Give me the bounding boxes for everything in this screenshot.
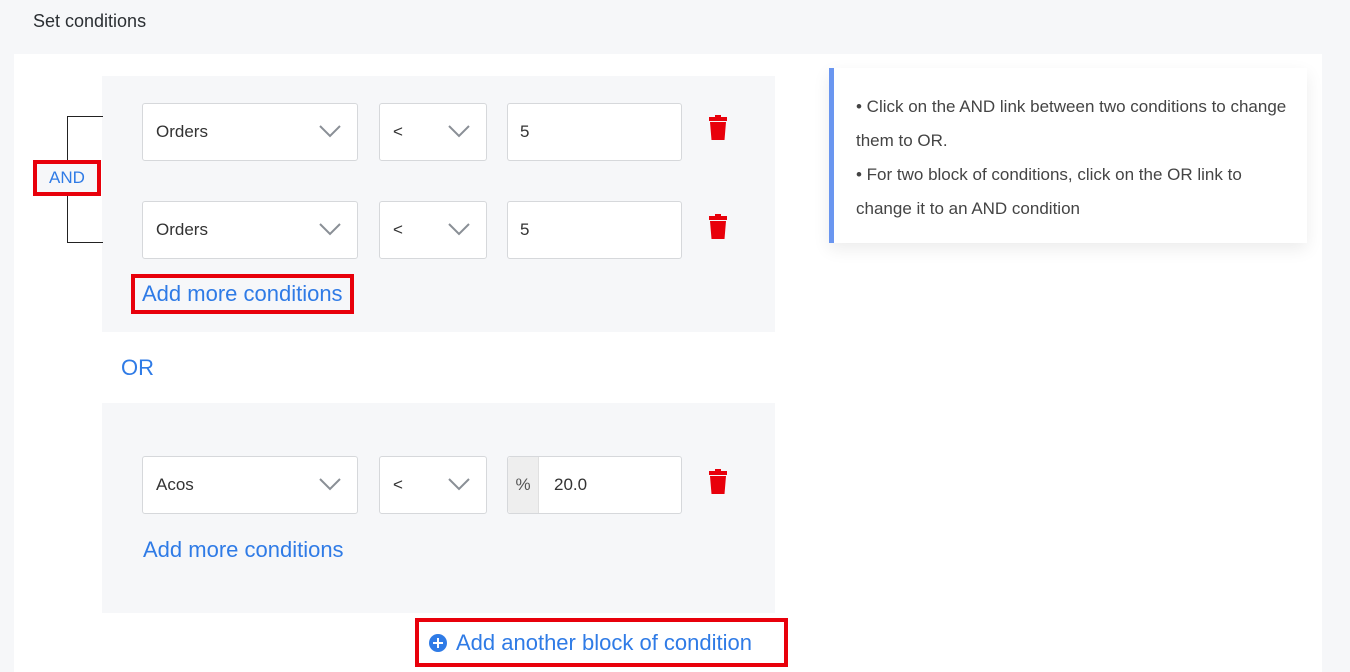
operator-select-value: < bbox=[393, 122, 403, 141]
operator-select-value: < bbox=[393, 220, 403, 239]
section-title: Set conditions bbox=[33, 11, 147, 31]
help-info-box: • Click on the AND link between two cond… bbox=[829, 68, 1307, 243]
operator-select[interactable]: < bbox=[379, 456, 487, 514]
operator-select[interactable]: < bbox=[379, 103, 487, 161]
percent-addon: % bbox=[508, 457, 539, 513]
help-text-line: • Click on the AND link between two cond… bbox=[856, 97, 1287, 150]
metric-select-value: Orders bbox=[156, 220, 208, 239]
operator-select[interactable]: < bbox=[379, 201, 487, 259]
help-text-line: • For two block of conditions, click on … bbox=[856, 165, 1242, 218]
add-more-conditions-link[interactable]: Add more conditions bbox=[143, 537, 344, 563]
or-toggle-link[interactable]: OR bbox=[121, 355, 154, 381]
add-block-label: Add another block of condition bbox=[456, 629, 752, 655]
value-input-text: 5 bbox=[520, 122, 530, 141]
chevron-down-icon bbox=[448, 125, 470, 138]
trash-icon[interactable] bbox=[708, 115, 728, 141]
chevron-down-icon bbox=[319, 478, 341, 491]
plus-circle-icon bbox=[429, 633, 447, 652]
trash-icon[interactable] bbox=[708, 214, 728, 240]
add-block-button[interactable]: Add another block of condition bbox=[415, 618, 788, 667]
trash-icon[interactable] bbox=[708, 469, 728, 495]
value-input-text: 5 bbox=[520, 220, 530, 239]
chevron-down-icon bbox=[319, 223, 341, 236]
add-more-conditions-link[interactable]: Add more conditions bbox=[131, 274, 354, 314]
metric-select-value: Orders bbox=[156, 122, 208, 141]
chevron-down-icon bbox=[448, 223, 470, 236]
chevron-down-icon bbox=[319, 125, 341, 138]
value-input[interactable]: 5 bbox=[507, 103, 682, 161]
metric-select-value: Acos bbox=[156, 475, 194, 494]
metric-select[interactable]: Acos bbox=[142, 456, 358, 514]
operator-select-value: < bbox=[393, 475, 403, 494]
value-input[interactable]: 5 bbox=[507, 201, 682, 259]
value-input-text: 20.0 bbox=[554, 475, 588, 494]
metric-select[interactable]: Orders bbox=[142, 103, 358, 161]
value-input[interactable]: % 20.0 bbox=[507, 456, 682, 514]
and-toggle-button[interactable]: AND bbox=[33, 160, 101, 196]
metric-select[interactable]: Orders bbox=[142, 201, 358, 259]
chevron-down-icon bbox=[448, 478, 470, 491]
